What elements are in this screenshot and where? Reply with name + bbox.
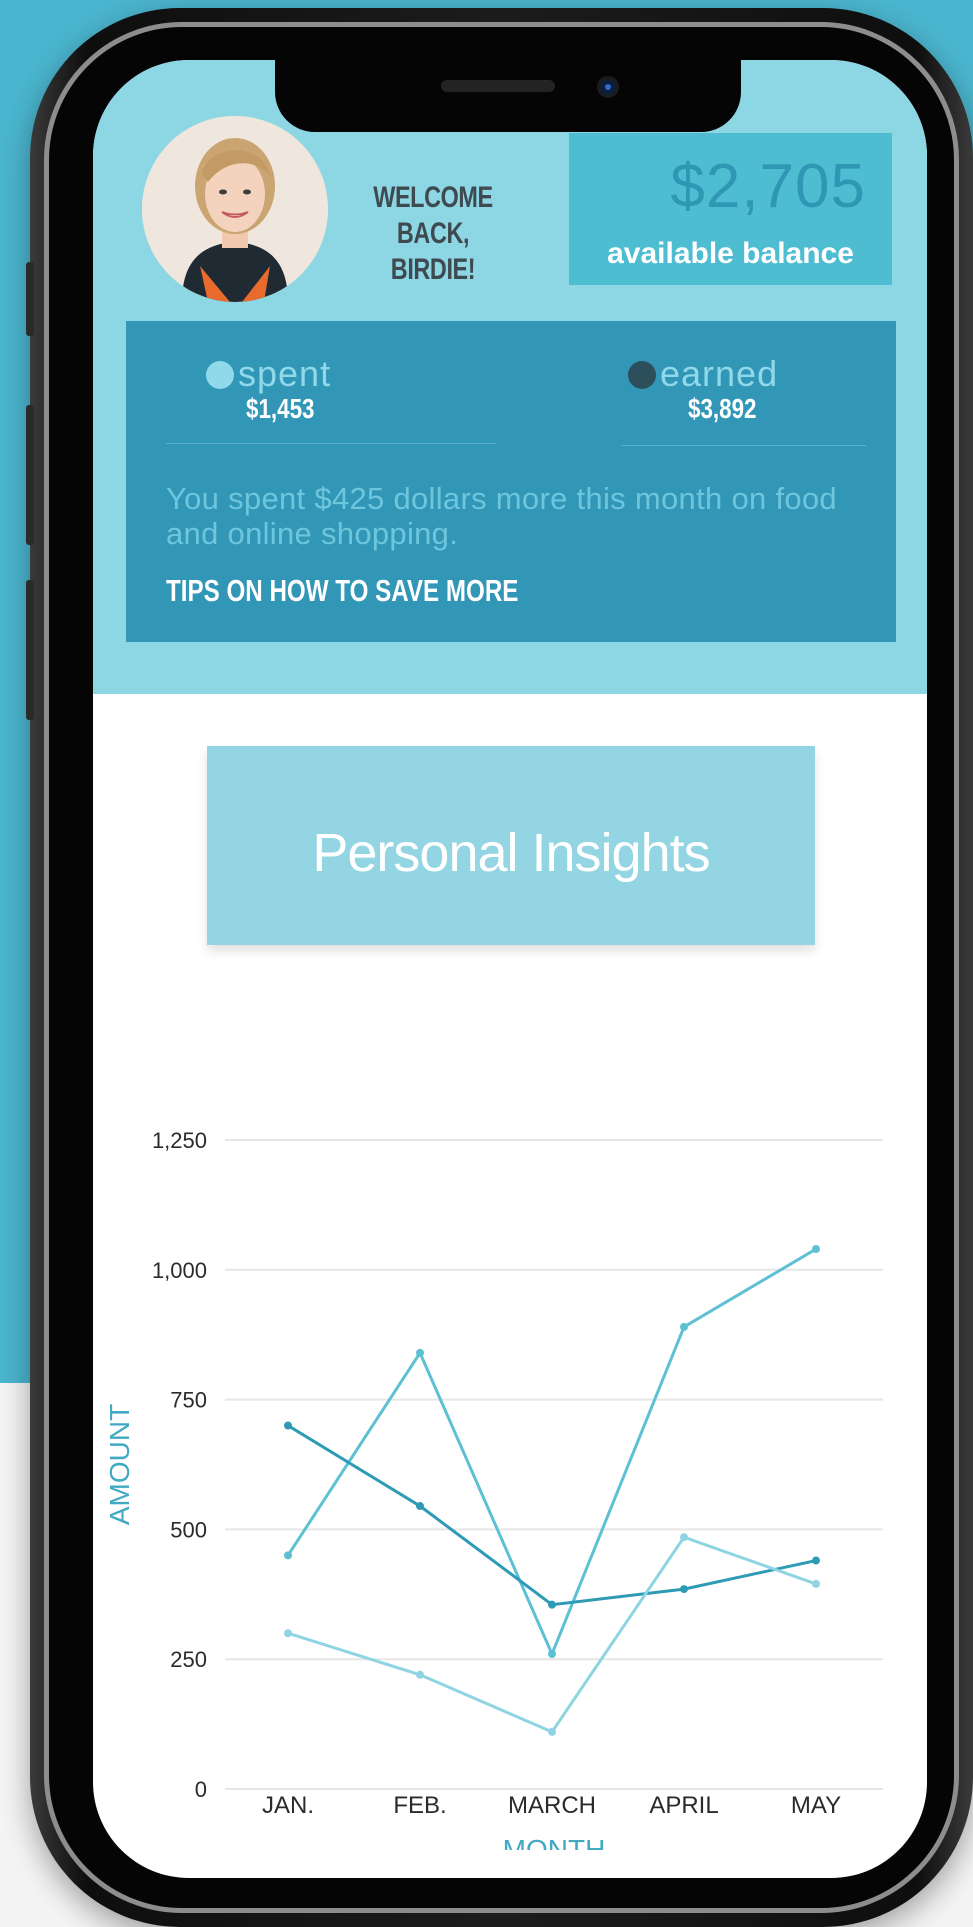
y-tick-label: 500 [170,1517,207,1542]
data-point [416,1502,424,1511]
side-button-volume-down [26,580,34,720]
data-point [548,1650,556,1659]
x-tick-label: MARCH [508,1792,596,1819]
data-point [680,1322,688,1331]
welcome-line-1: WELCOME BACK, [373,181,493,250]
welcome-message: WELCOME BACK, BIRDIE! [355,180,511,288]
y-axis-title: AMOUNT [104,1404,135,1525]
data-point [284,1421,292,1430]
data-point [812,1556,820,1565]
x-axis-title: MONTH [503,1834,606,1850]
side-button-volume-up [26,405,34,545]
data-point [284,1551,292,1560]
avatar[interactable] [142,116,328,302]
series-line [287,1535,817,1734]
side-button-mute [26,262,34,336]
insights-title: Personal Insights [312,823,710,883]
data-point [416,1670,424,1679]
data-point [548,1727,556,1736]
y-tick-label: 1,250 [152,1128,207,1153]
series-line [287,1424,817,1607]
earned-value: $3,892 [688,393,757,424]
x-tick-label: FEB. [393,1792,446,1819]
balance-label: available balance [607,237,854,270]
balance-amount: $2,705 [670,152,866,221]
data-point [680,1533,688,1542]
earned-dot-icon [628,361,656,389]
notch [275,60,741,132]
camera-icon [597,76,619,98]
insight-message: You spent $425 dollars more this month o… [166,481,837,551]
x-tick-label: APRIL [649,1792,718,1819]
summary-card: spent $1,453 earned $3,892 You spent $42… [126,321,896,642]
spent-value: $1,453 [246,393,315,424]
balance-card: $2,705 available balance [569,133,892,285]
series-line [286,1247,817,1658]
speaker-grille [441,80,555,92]
phone-screen: WELCOME BACK, BIRDIE! $2,705 available b… [93,60,927,1878]
x-tick-label: MAY [791,1792,841,1819]
y-tick-label: 750 [170,1388,207,1413]
data-point [284,1629,292,1638]
data-point [812,1245,820,1254]
earned-label: earned [660,353,779,394]
y-tick-label: 0 [195,1777,207,1802]
y-tick-label: 1,000 [152,1258,207,1283]
divider [621,445,866,446]
data-point [416,1348,424,1357]
welcome-line-2: BIRDIE! [390,253,476,286]
data-point [812,1579,820,1588]
avatar-image [142,116,328,302]
y-tick-label: 250 [170,1647,207,1672]
data-point [680,1585,688,1594]
data-point [548,1600,556,1609]
spent-dot-icon [206,361,234,389]
chart-svg: 0 250 500 750 1,000 1,250 JAN. FEB. MARCH APRIL MA… [104,1128,883,1850]
x-tick-label: JAN. [262,1792,314,1819]
tips-link[interactable]: TIPS ON HOW TO SAVE MORE [166,573,518,609]
personal-insights-banner[interactable]: Personal Insights [207,746,815,945]
spending-chart: 0 250 500 750 1,000 1,250 JAN. FEB. MARCH APRIL MA… [93,1070,927,1850]
divider [166,443,496,444]
spent-label: spent [238,353,332,394]
